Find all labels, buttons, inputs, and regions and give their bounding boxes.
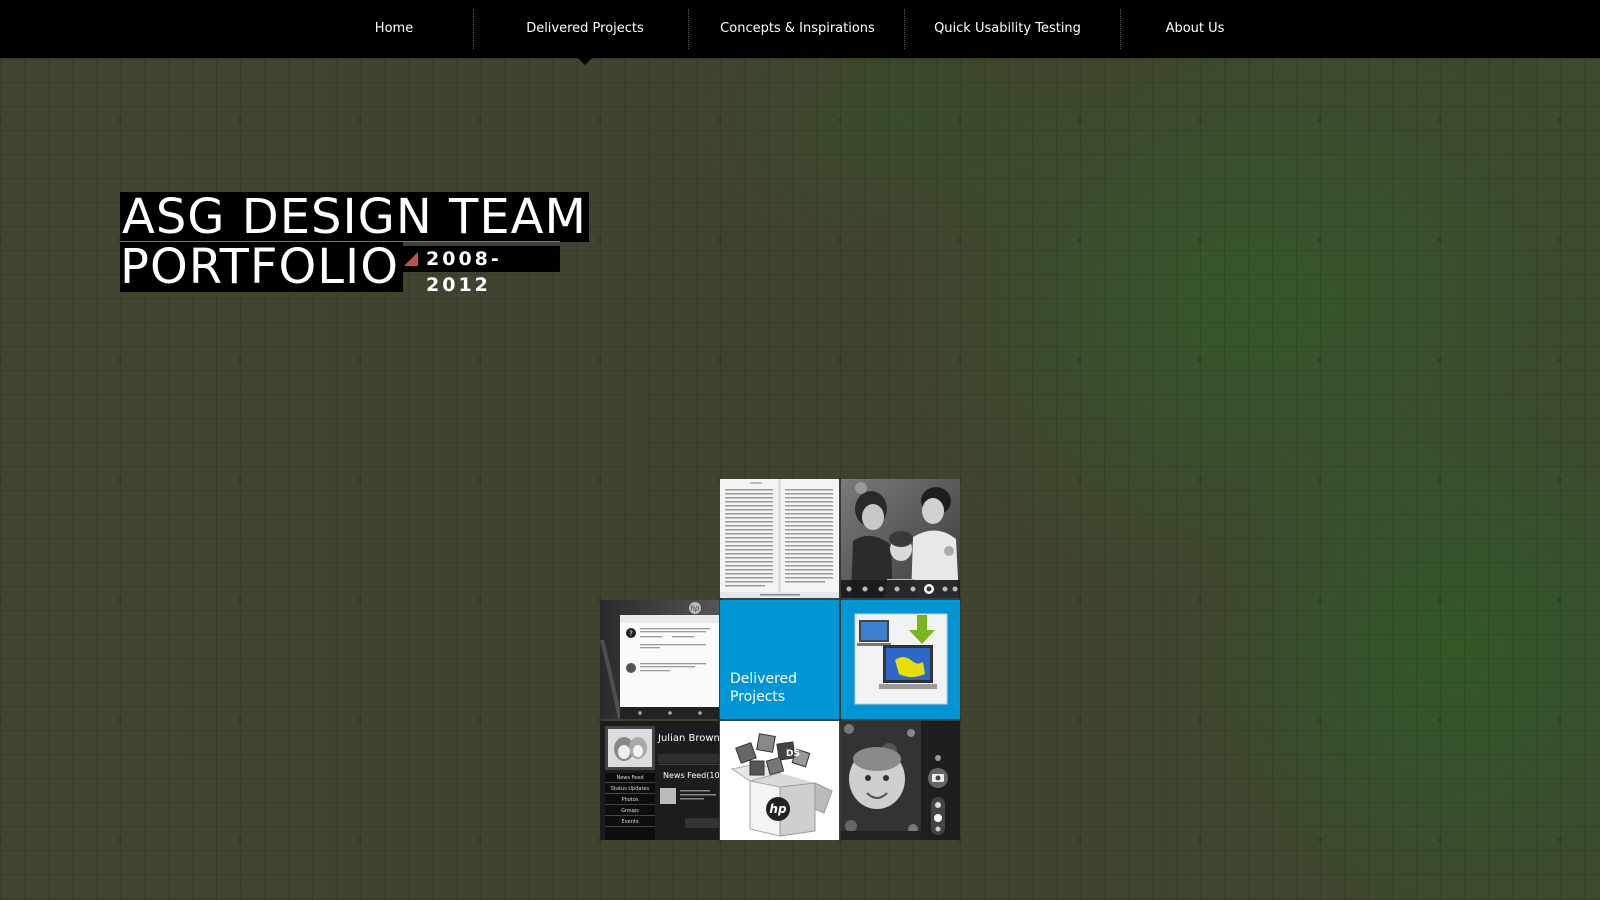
nav-divider <box>473 9 474 49</box>
top-navigation: Home Delivered Projects Concepts & Inspi… <box>0 0 1600 58</box>
triangle-icon <box>404 252 418 266</box>
social-menu-item: Events <box>605 817 655 827</box>
delivered-projects-label: Delivered Projects <box>730 670 797 706</box>
tile-hp-software-box[interactable]: DS hp <box>720 721 839 840</box>
tile-pc-transfer[interactable] <box>841 600 960 719</box>
tile-family-photo-app[interactable] <box>841 479 960 598</box>
social-newsfeed-heading: News Feed(10) <box>663 771 719 780</box>
nav-divider <box>688 9 689 49</box>
hero-title-line1: ASG DESIGN TEAM <box>120 189 589 245</box>
svg-text:?: ? <box>629 630 633 638</box>
tile-social-network[interactable]: Julian Brown News Feed(10) News Feed Sta… <box>600 721 719 840</box>
photo-booth-thumbnail <box>841 721 960 840</box>
nav-divider <box>904 9 905 49</box>
delivered-label-line1: Delivered <box>730 671 798 687</box>
svg-text:hp: hp <box>691 605 700 613</box>
hero-title-line2: PORTFOLIO <box>120 242 403 292</box>
social-menu-item: Status Updates <box>605 784 655 794</box>
active-nav-pointer <box>577 57 593 65</box>
nav-item-about-us[interactable]: About Us <box>1145 0 1245 58</box>
social-profile-name: Julian Brown <box>658 733 719 744</box>
svg-text:DS: DS <box>786 749 800 759</box>
nav-item-concepts-inspirations[interactable]: Concepts & Inspirations <box>700 0 895 58</box>
tile-hp-notifications[interactable]: hp ? <box>600 600 719 719</box>
tile-photo-booth[interactable] <box>841 721 960 840</box>
years-badge: 2008-2012 <box>398 246 560 296</box>
tile-delivered-projects[interactable]: Delivered Projects <box>720 600 839 719</box>
nav-item-delivered-projects[interactable]: Delivered Projects <box>500 0 670 58</box>
delivered-label-line2: Projects <box>730 689 786 705</box>
years-text: 2008-2012 <box>426 248 502 296</box>
family-photo-thumbnail <box>841 479 960 598</box>
pc-transfer-thumbnail <box>854 613 948 705</box>
hp-software-box-thumbnail: DS hp <box>720 721 839 840</box>
hp-notifications-thumbnail: hp ? <box>600 600 719 719</box>
social-menu-item: Photos <box>605 795 655 805</box>
svg-text:hp: hp <box>769 802 787 816</box>
social-menu-item: Groups <box>605 806 655 816</box>
social-menu-item: News Feed <box>605 773 655 783</box>
tile-ebook-reader[interactable] <box>720 479 839 598</box>
ebook-reader-thumbnail <box>720 479 839 598</box>
nav-item-quick-usability-testing[interactable]: Quick Usability Testing <box>915 0 1100 58</box>
nav-divider <box>1120 9 1121 49</box>
nav-item-home[interactable]: Home <box>344 0 444 58</box>
